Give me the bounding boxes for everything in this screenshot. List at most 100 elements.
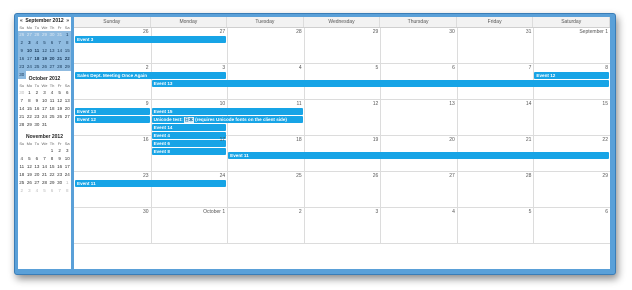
mini-day-cell[interactable]: 6 — [48, 187, 56, 195]
mini-day-cell[interactable]: 30 — [33, 121, 41, 129]
mini-day-cell[interactable]: 29 — [63, 63, 71, 71]
mini-day-cell[interactable]: 9 — [18, 47, 26, 55]
mini-day-cell[interactable]: 7 — [41, 155, 49, 163]
mini-day-cell[interactable]: 16 — [18, 55, 26, 63]
day-cell[interactable]: 26 — [74, 28, 152, 63]
mini-day-cell[interactable]: 27 — [25, 31, 34, 39]
mini-day-cell[interactable]: 30 — [56, 179, 64, 187]
day-cell[interactable]: 29 — [533, 172, 610, 207]
mini-day-cell[interactable]: 23 — [18, 63, 26, 71]
day-cell[interactable]: 27 — [151, 28, 229, 63]
mini-day-cell[interactable]: 14 — [18, 105, 26, 113]
mini-day-cell[interactable]: 8 — [48, 155, 56, 163]
mini-day-cell[interactable]: 31 — [55, 31, 64, 39]
mini-day-cell[interactable]: 1 — [63, 179, 71, 187]
calendar-event[interactable]: Event 3 — [75, 36, 227, 43]
mini-day-cell[interactable]: 25 — [48, 113, 56, 121]
mini-day-cell[interactable]: 5 — [26, 155, 34, 163]
mini-day-cell[interactable]: 16 — [33, 105, 41, 113]
mini-day-cell[interactable]: 15 — [48, 163, 56, 171]
day-cell[interactable]: September 1 — [533, 28, 610, 63]
mini-day-cell[interactable]: 25 — [33, 63, 41, 71]
mini-day-cell[interactable]: 6 — [63, 89, 71, 97]
mini-day-cell[interactable]: 3 — [25, 39, 34, 47]
mini-day-cell[interactable]: 29 — [40, 31, 49, 39]
mini-day-cell[interactable]: 21 — [55, 55, 64, 63]
mini-day-cell[interactable]: 29 — [26, 121, 34, 129]
day-cell[interactable]: 13 — [380, 100, 458, 135]
mini-day-cell[interactable]: 22 — [48, 171, 56, 179]
mini-day-cell[interactable]: 23 — [33, 113, 41, 121]
mini-day-cell[interactable]: 10 — [63, 155, 71, 163]
mini-day-cell[interactable]: 24 — [63, 171, 71, 179]
day-cell[interactable]: 25 — [227, 172, 305, 207]
calendar-event[interactable]: Unicode test: 日本 (requires Unicode fonts o… — [151, 116, 303, 123]
mini-day-cell[interactable]: 4 — [33, 39, 41, 47]
mini-day-cell[interactable]: 12 — [26, 163, 34, 171]
mini-day-cell[interactable]: 5 — [40, 39, 49, 47]
mini-day-cell[interactable]: 19 — [40, 55, 49, 63]
mini-day-cell[interactable]: 25 — [18, 179, 26, 187]
calendar-event[interactable]: Sales Dept. Meeting Once Again — [75, 72, 227, 79]
mini-day-cell[interactable]: 18 — [18, 171, 26, 179]
mini-day-cell[interactable]: 24 — [41, 113, 49, 121]
mini-day-cell[interactable]: 21 — [18, 113, 26, 121]
mini-day-cell[interactable]: 27 — [48, 63, 56, 71]
day-cell[interactable]: 14 — [457, 100, 535, 135]
day-cell[interactable]: 5 — [457, 208, 535, 243]
mini-day-cell[interactable]: 20 — [63, 105, 71, 113]
mini-day-cell[interactable]: 9 — [33, 97, 41, 105]
mini-day-cell[interactable]: 17 — [63, 163, 71, 171]
day-cell[interactable]: 4 — [380, 208, 458, 243]
mini-day-cell[interactable]: 4 — [48, 89, 56, 97]
day-cell[interactable]: 12 — [304, 100, 382, 135]
mini-day-cell[interactable]: 21 — [41, 171, 49, 179]
calendar-event[interactable]: Event 14 — [151, 124, 227, 131]
day-cell[interactable]: 17 — [151, 136, 229, 171]
day-cell[interactable]: 3 — [304, 208, 382, 243]
mini-day-cell[interactable]: 8 — [63, 187, 71, 195]
mini-day-cell[interactable]: 15 — [63, 47, 71, 55]
mini-day-cell[interactable]: 5 — [41, 187, 49, 195]
mini-day-cell[interactable]: 9 — [56, 155, 64, 163]
mini-day-cell[interactable]: 14 — [41, 163, 49, 171]
mini-day-cell[interactable]: 22 — [63, 55, 71, 63]
mini-day-cell[interactable]: 7 — [18, 97, 26, 105]
mini-day-cell[interactable]: 28 — [33, 31, 41, 39]
mini-day-cell[interactable]: 22 — [26, 113, 34, 121]
day-cell[interactable]: 15 — [533, 100, 610, 135]
mini-day-cell[interactable]: 4 — [18, 155, 26, 163]
prev-month-icon[interactable]: « — [20, 17, 23, 25]
day-cell[interactable]: 29 — [304, 28, 382, 63]
calendar-event[interactable]: Event 12 — [75, 116, 150, 123]
mini-day-cell[interactable]: 2 — [18, 39, 26, 47]
mini-day-cell[interactable]: 15 — [26, 105, 34, 113]
day-cell[interactable]: 2 — [227, 208, 305, 243]
calendar-event[interactable]: Event 13 — [151, 80, 609, 87]
mini-day-cell[interactable]: 12 — [40, 47, 49, 55]
calendar-event[interactable]: Event 15 — [151, 108, 303, 115]
day-cell[interactable]: 30 — [380, 28, 458, 63]
day-cell[interactable]: 31 — [457, 28, 535, 63]
mini-day-cell[interactable]: 3 — [26, 187, 34, 195]
mini-day-cell[interactable]: 3 — [63, 147, 71, 155]
mini-day-cell[interactable]: 11 — [33, 47, 41, 55]
calendar-event[interactable]: Event 11 — [75, 180, 227, 187]
mini-day-cell[interactable]: 7 — [56, 187, 64, 195]
day-cell[interactable]: 2 — [74, 64, 152, 99]
day-cell[interactable]: 30 — [74, 208, 152, 243]
mini-day-cell[interactable]: 16 — [56, 163, 64, 171]
day-cell[interactable]: 23 — [74, 172, 152, 207]
mini-day-cell[interactable]: 5 — [56, 89, 64, 97]
mini-day-cell[interactable]: 29 — [48, 179, 56, 187]
mini-day-cell[interactable]: 4 — [33, 187, 41, 195]
mini-day-cell[interactable]: 8 — [63, 39, 71, 47]
mini-day-cell[interactable]: 7 — [55, 39, 64, 47]
mini-day-cell[interactable]: 27 — [63, 113, 71, 121]
day-cell[interactable]: 16 — [74, 136, 152, 171]
mini-day-cell[interactable]: 10 — [25, 47, 34, 55]
day-cell[interactable]: 26 — [304, 172, 382, 207]
mini-day-cell[interactable]: 18 — [33, 55, 41, 63]
calendar-event[interactable]: Event 13 — [75, 108, 150, 115]
mini-day-cell[interactable]: 26 — [18, 31, 26, 39]
